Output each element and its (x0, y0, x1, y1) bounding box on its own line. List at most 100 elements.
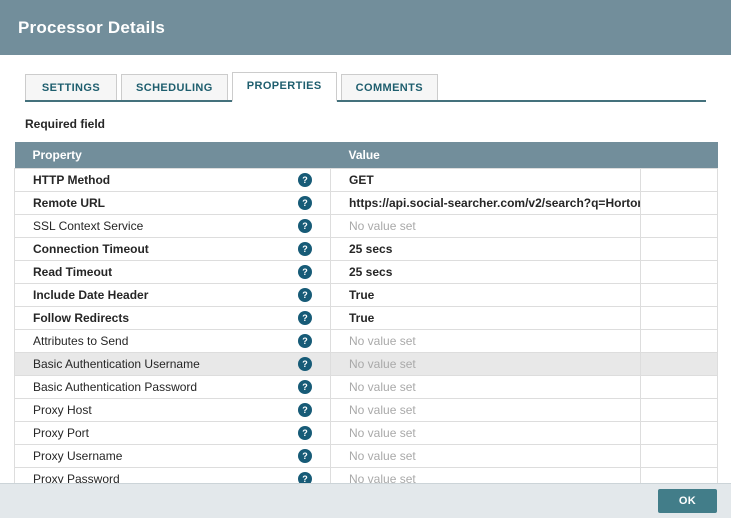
properties-table: Property Value HTTP Method? GET Remote URL… (14, 142, 717, 483)
property-value: True (349, 288, 374, 302)
dialog-body: SETTINGS SCHEDULING PROPERTIES COMMENTS Req… (0, 55, 731, 483)
table-header-row: Property Value (15, 142, 718, 169)
property-value: True (349, 311, 374, 325)
property-name: Basic Authentication Username (33, 357, 200, 371)
property-name: SSL Context Service (33, 219, 143, 233)
value-cell: https://api.social-searcher.com/v2/searc… (331, 192, 641, 215)
property-cell: Basic Authentication Username? (15, 353, 331, 376)
tab-label: PROPERTIES (247, 80, 322, 92)
table-row: Connection Timeout? 25 secs (15, 238, 718, 261)
help-icon[interactable]: ? (298, 334, 312, 348)
table-row: Read Timeout? 25 secs (15, 261, 718, 284)
table-row: HTTP Method? GET (15, 169, 718, 192)
table-row: SSL Context Service? No value set (15, 215, 718, 238)
property-cell: HTTP Method? (15, 169, 331, 192)
table-row: Remote URL? https://api.social-searcher.c… (15, 192, 718, 215)
property-value: No value set (349, 426, 416, 440)
property-value: No value set (349, 219, 416, 233)
property-name: Proxy Host (33, 403, 92, 417)
table-row: Proxy Username? No value set (15, 445, 718, 468)
row-spacer (641, 376, 718, 399)
property-name: Proxy Username (33, 449, 122, 463)
property-cell: SSL Context Service? (15, 215, 331, 238)
value-cell: No value set (331, 215, 641, 238)
property-name: Include Date Header (33, 288, 148, 302)
processor-details-dialog: Processor Details SETTINGS SCHEDULING PROP… (0, 0, 731, 518)
help-icon[interactable]: ? (298, 403, 312, 417)
table-row: Proxy Port? No value set (15, 422, 718, 445)
property-value: No value set (349, 334, 416, 348)
property-value: No value set (349, 357, 416, 371)
property-name: Basic Authentication Password (33, 380, 197, 394)
row-spacer (641, 238, 718, 261)
help-icon[interactable]: ? (298, 426, 312, 440)
property-name: Proxy Port (33, 426, 89, 440)
help-icon[interactable]: ? (298, 242, 312, 256)
property-name: Follow Redirects (33, 311, 129, 325)
property-value: GET (349, 173, 374, 187)
property-cell: Proxy Host? (15, 399, 331, 422)
value-cell: No value set (331, 468, 641, 484)
required-field-label: Required field (25, 117, 706, 131)
tab-comments[interactable]: COMMENTS (341, 74, 438, 100)
tab-settings[interactable]: SETTINGS (25, 74, 117, 100)
tab-properties[interactable]: PROPERTIES (232, 72, 337, 102)
value-cell: No value set (331, 445, 641, 468)
value-cell: No value set (331, 376, 641, 399)
table-row: Follow Redirects? True (15, 307, 718, 330)
property-value: https://api.social-searcher.com/v2/searc… (349, 196, 641, 210)
property-name: Connection Timeout (33, 242, 149, 256)
help-icon[interactable]: ? (298, 196, 312, 210)
help-icon[interactable]: ? (298, 288, 312, 302)
row-spacer (641, 399, 718, 422)
help-icon[interactable]: ? (298, 311, 312, 325)
table-row: Include Date Header? True (15, 284, 718, 307)
property-name: Read Timeout (33, 265, 112, 279)
column-header-value: Value (331, 142, 641, 169)
property-value: 25 secs (349, 265, 392, 279)
property-value: 25 secs (349, 242, 392, 256)
dialog-header: Processor Details (0, 0, 731, 55)
tab-scheduling[interactable]: SCHEDULING (121, 74, 228, 100)
property-cell: Proxy Username? (15, 445, 331, 468)
tab-label: SETTINGS (42, 82, 100, 94)
property-cell: Remote URL? (15, 192, 331, 215)
value-cell: 25 secs (331, 238, 641, 261)
column-header-spacer (641, 142, 718, 169)
property-cell: Proxy Password? (15, 468, 331, 484)
table-row: Proxy Password?No value set (15, 468, 718, 484)
help-icon[interactable]: ? (298, 380, 312, 394)
property-name: Attributes to Send (33, 334, 128, 348)
property-cell: Follow Redirects? (15, 307, 331, 330)
property-cell: Basic Authentication Password? (15, 376, 331, 399)
column-header-property: Property (15, 142, 331, 169)
property-value: No value set (349, 403, 416, 417)
help-icon[interactable]: ? (298, 357, 312, 371)
ok-button[interactable]: OK (658, 489, 717, 513)
property-cell: Connection Timeout? (15, 238, 331, 261)
help-icon[interactable]: ? (298, 472, 312, 483)
row-spacer (641, 169, 718, 192)
row-spacer (641, 468, 718, 484)
value-cell: No value set (331, 399, 641, 422)
tab-bar: SETTINGS SCHEDULING PROPERTIES COMMENTS (25, 72, 706, 102)
row-spacer (641, 307, 718, 330)
row-spacer (641, 215, 718, 238)
property-name: Remote URL (33, 196, 105, 210)
help-icon[interactable]: ? (298, 265, 312, 279)
table-row: Proxy Host? No value set (15, 399, 718, 422)
property-cell: Include Date Header? (15, 284, 331, 307)
row-spacer (641, 445, 718, 468)
row-spacer (641, 330, 718, 353)
value-cell: 25 secs (331, 261, 641, 284)
help-icon[interactable]: ? (298, 219, 312, 233)
tab-label: COMMENTS (356, 82, 423, 94)
row-spacer (641, 261, 718, 284)
help-icon[interactable]: ? (298, 173, 312, 187)
property-name: HTTP Method (33, 173, 110, 187)
help-icon[interactable]: ? (298, 449, 312, 463)
dialog-footer: OK (0, 483, 731, 518)
property-name: Proxy Password (33, 472, 120, 483)
table-row: Basic Authentication Username? No value s… (15, 353, 718, 376)
property-value: No value set (349, 449, 416, 463)
